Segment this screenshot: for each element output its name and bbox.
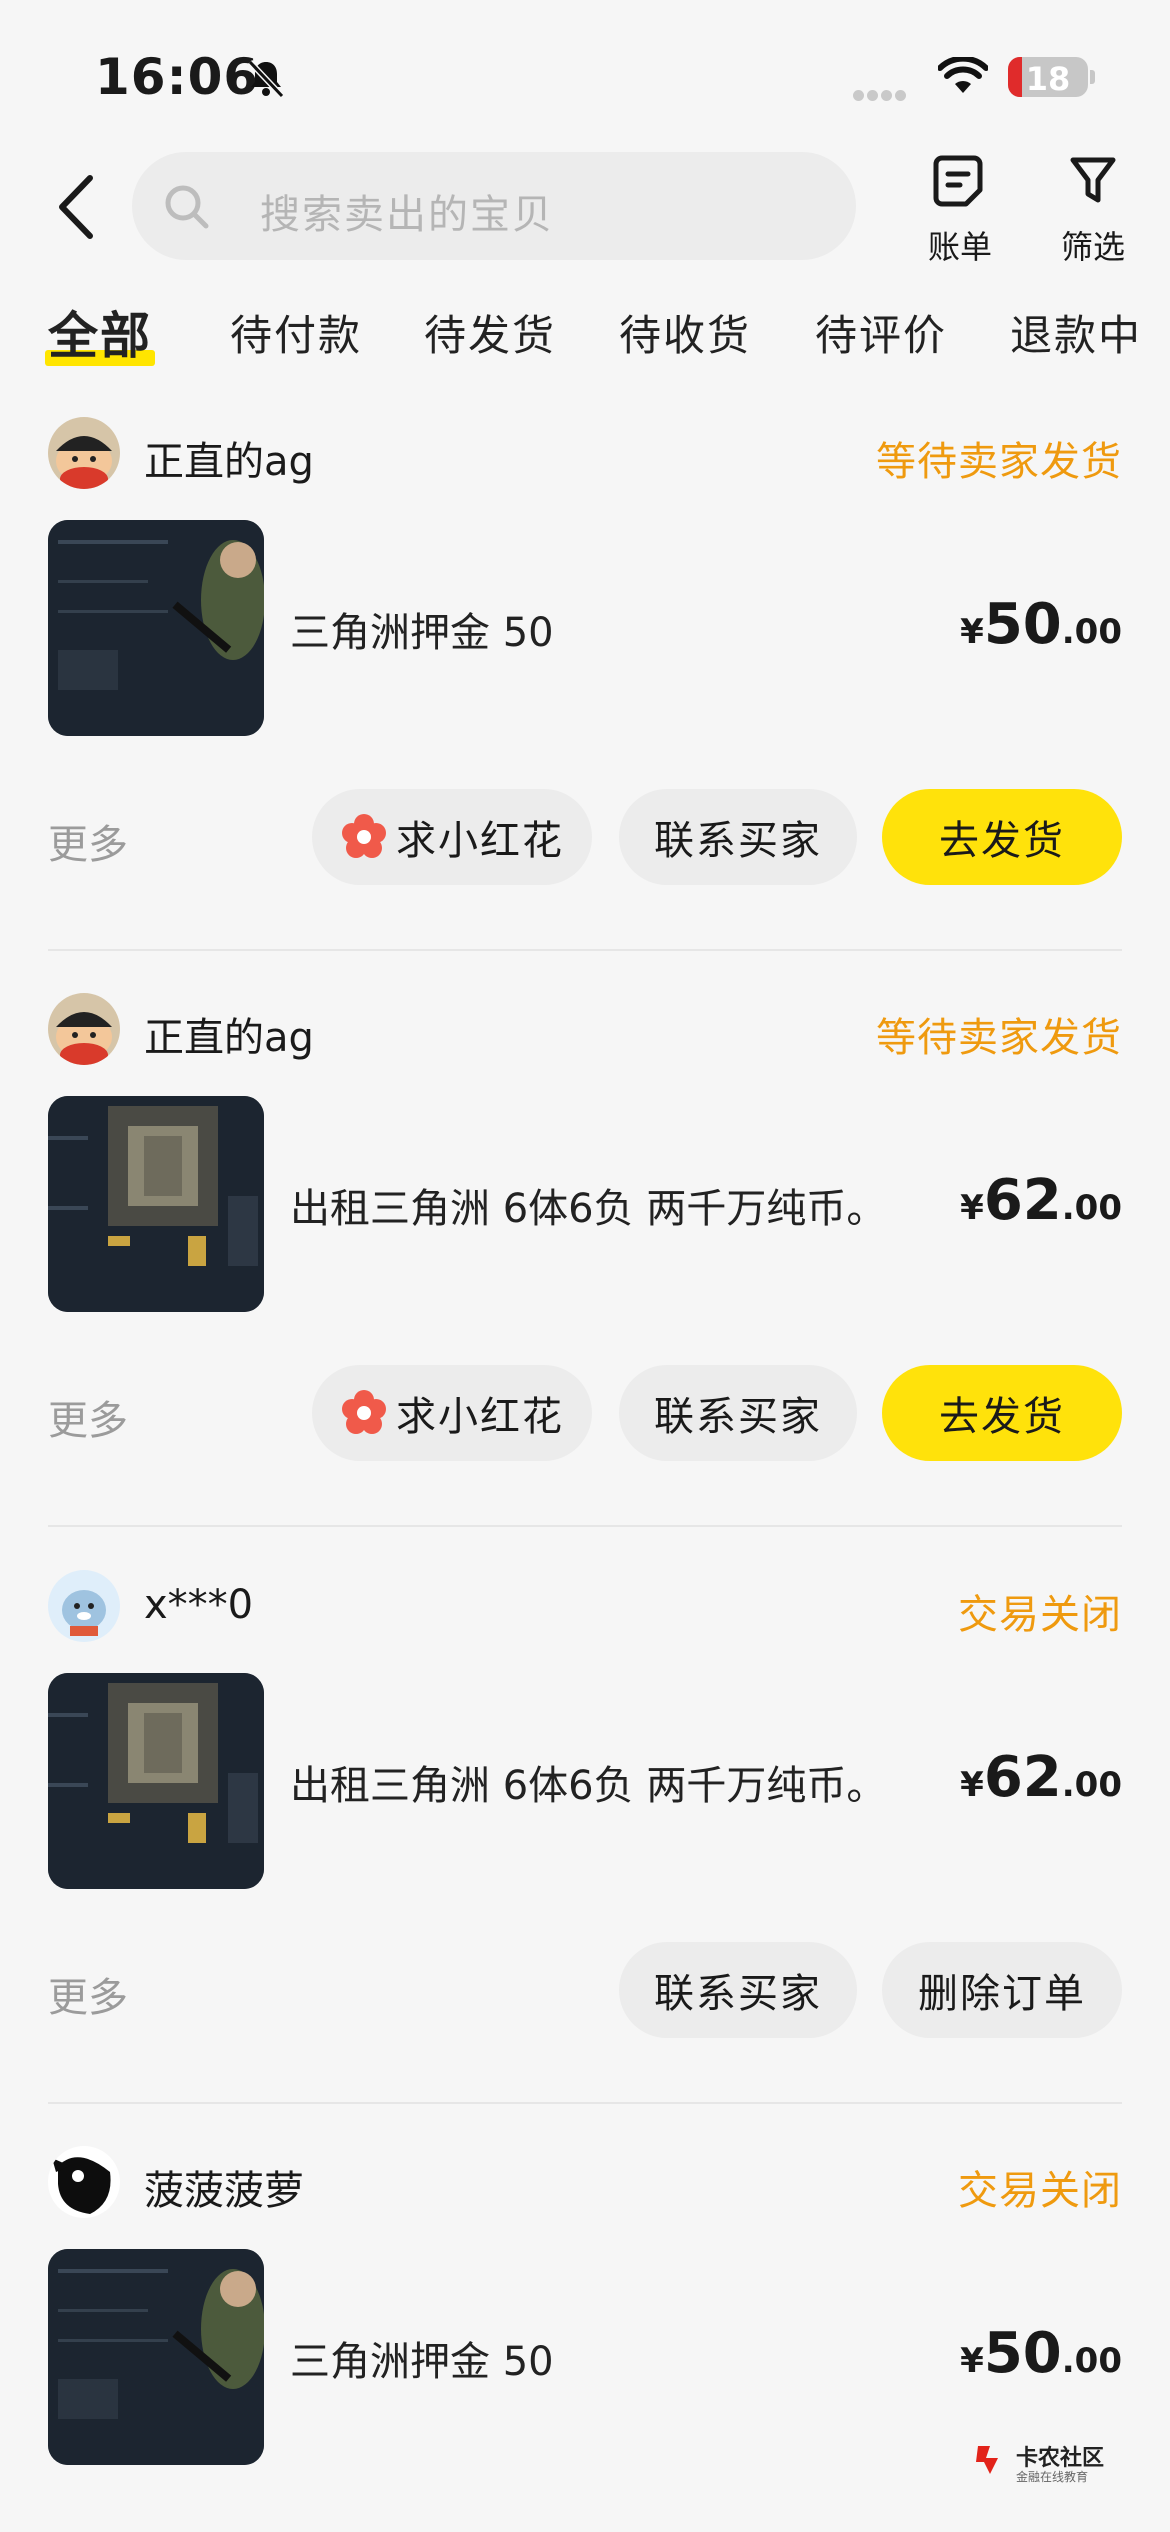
status-bar: 16:06 18 (0, 0, 1170, 150)
product-price: ¥62.00 (960, 1168, 1122, 1233)
wifi-icon (938, 57, 988, 93)
bell-muted-icon (247, 59, 285, 99)
filter-icon (1070, 157, 1116, 203)
price-integer: 50 (983, 2321, 1062, 2386)
price-currency: ¥ (960, 612, 984, 652)
product-title: 出租三角洲 6体6负 两千万纯币。 (290, 1186, 887, 1232)
tab-label: 全部 (48, 307, 152, 365)
cellular-signal-icon (853, 86, 909, 105)
button-label: 求小红花 (396, 1394, 564, 1440)
divider (48, 2102, 1122, 2104)
price-integer: 62 (983, 1745, 1062, 1810)
price-integer: 62 (983, 1168, 1062, 1233)
watermark-logo: 卡农社区 金融在线教育 (972, 2440, 1122, 2490)
avatar (48, 2146, 120, 2218)
product-title: 三角洲押金 50 (290, 610, 554, 656)
request-flower-button[interactable]: 求小红花 (312, 1365, 592, 1461)
product-thumbnail[interactable] (48, 2249, 264, 2465)
contact-buyer-button[interactable]: 联系买家 (619, 789, 857, 885)
tab-refunding[interactable]: 退款中 (1010, 302, 1142, 363)
price-currency: ¥ (960, 1188, 984, 1228)
avatar (48, 417, 120, 489)
filter-button[interactable]: 筛选 (1048, 150, 1138, 268)
filter-label: 筛选 (1060, 228, 1125, 266)
order-tabs: 全部 待付款 待发货 待收货 待评价 退款中 (0, 296, 1170, 376)
red-flower-icon (342, 1390, 386, 1434)
seller-name: x***0 (144, 1582, 254, 1628)
more-link[interactable]: 更多 (48, 1388, 128, 1446)
more-link[interactable]: 更多 (48, 1965, 128, 2023)
contact-buyer-button[interactable]: 联系买家 (619, 1365, 857, 1461)
price-decimal: .00 (1061, 2341, 1122, 2381)
avatar (48, 993, 120, 1065)
kanong-logo-icon (976, 2446, 998, 2474)
price-currency: ¥ (960, 1765, 984, 1805)
seller-name: 正直的ag (144, 439, 314, 485)
bill-button[interactable]: 账单 (915, 150, 1005, 268)
product-title: 出租三角洲 6体6负 两千万纯币。 (290, 1763, 887, 1809)
divider (48, 1525, 1122, 1527)
product-price: ¥50.00 (960, 2321, 1122, 2386)
order-status: 等待卖家发货 (876, 439, 1122, 485)
battery-cap (1090, 70, 1095, 84)
bill-icon (933, 155, 983, 207)
price-decimal: .00 (1061, 1765, 1122, 1805)
product-price: ¥62.00 (960, 1745, 1122, 1810)
search-input[interactable]: 搜索卖出的宝贝 (132, 152, 856, 260)
price-integer: 50 (983, 592, 1062, 657)
order-status: 等待卖家发货 (876, 1015, 1122, 1061)
product-thumbnail[interactable] (48, 1096, 264, 1312)
back-arrow-icon[interactable] (48, 170, 108, 245)
price-decimal: .00 (1061, 1188, 1122, 1228)
search-icon (165, 185, 209, 229)
price-currency: ¥ (960, 2341, 984, 2381)
search-placeholder: 搜索卖出的宝贝 (260, 192, 554, 238)
order-status: 交易关闭 (958, 1592, 1122, 1638)
price-decimal: .00 (1061, 612, 1122, 652)
tab-all[interactable]: 全部 (45, 296, 155, 368)
seller-name: 正直的ag (144, 1015, 314, 1061)
battery-level: 18 (1025, 60, 1071, 97)
button-label: 求小红花 (396, 818, 564, 864)
red-flower-icon (342, 814, 386, 858)
battery-indicator: 18 (1008, 57, 1088, 97)
contact-buyer-button[interactable]: 联系买家 (619, 1942, 857, 2038)
order-status: 交易关闭 (958, 2168, 1122, 2214)
ship-button[interactable]: 去发货 (882, 1365, 1122, 1461)
tab-pending-receipt[interactable]: 待收货 (619, 302, 751, 363)
request-flower-button[interactable]: 求小红花 (312, 789, 592, 885)
watermark-subtitle: 金融在线教育 (1016, 2470, 1089, 2484)
bill-label: 账单 (927, 228, 992, 266)
product-title: 三角洲押金 50 (290, 2339, 554, 2385)
product-thumbnail[interactable] (48, 520, 264, 736)
avatar (48, 1570, 120, 1642)
tab-pending-shipment[interactable]: 待发货 (424, 302, 556, 363)
tab-pending-payment[interactable]: 待付款 (230, 302, 362, 363)
delete-order-button[interactable]: 删除订单 (882, 1942, 1122, 2038)
more-link[interactable]: 更多 (48, 812, 128, 870)
ship-button[interactable]: 去发货 (882, 789, 1122, 885)
seller-name: 菠菠菠萝 (144, 2168, 304, 2214)
tab-pending-review[interactable]: 待评价 (815, 302, 947, 363)
status-time: 16:06 (95, 48, 260, 106)
product-price: ¥50.00 (960, 592, 1122, 657)
product-thumbnail[interactable] (48, 1673, 264, 1889)
divider (48, 949, 1122, 951)
